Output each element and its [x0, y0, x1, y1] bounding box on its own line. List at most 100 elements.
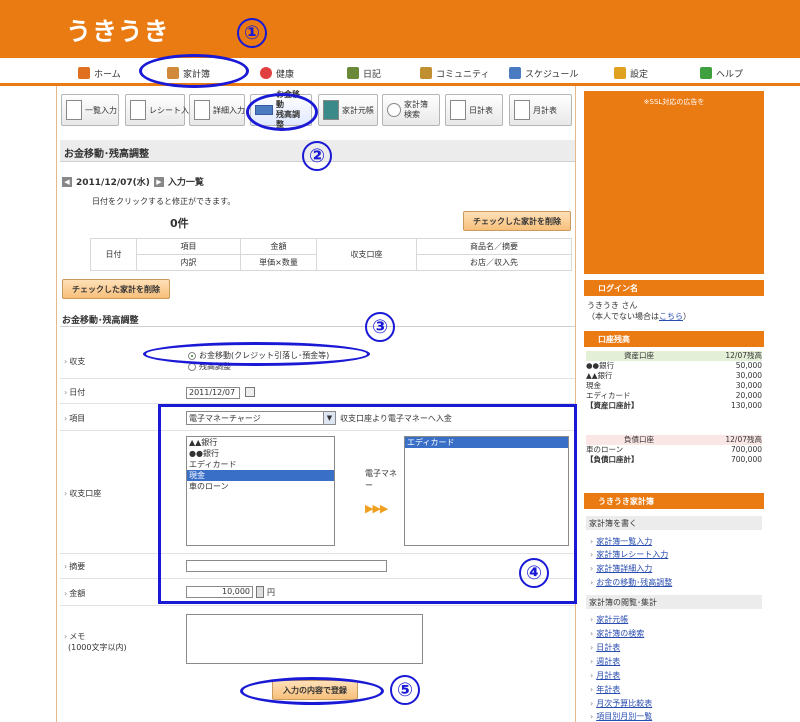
asset-value: 30,000	[735, 371, 762, 380]
daily-sheet-icon	[450, 100, 466, 120]
assets-header: 資産口座	[586, 351, 701, 361]
delete-checked-button-top[interactable]: チェックした家計を削除	[463, 211, 571, 231]
nav-label: 健康	[276, 69, 295, 80]
col-product: 商品名／摘要	[416, 238, 572, 255]
annotation-number-2: ②	[302, 141, 332, 171]
form-title-line	[60, 326, 575, 327]
entry-list-title: 入力一覧	[167, 178, 204, 188]
prev-day-icon[interactable]: ◀	[62, 176, 72, 187]
nav-schedule[interactable]: スケジュール	[509, 65, 578, 81]
account-label: 収支口座	[64, 488, 101, 499]
people-icon	[420, 67, 432, 79]
toolbar-label: 詳細入力	[213, 105, 245, 115]
annotation-ring-2	[246, 93, 318, 131]
menu-daily[interactable]: 日計表	[590, 642, 620, 653]
star-icon	[614, 67, 626, 79]
annotation-number-1: ①	[237, 18, 267, 48]
liabilities-table: 負債口座 12/07残高 車のローン 700,000 【負債口座計】 700,000	[586, 435, 762, 465]
login-title: ログイン名	[598, 284, 638, 293]
summary-label: 摘要	[64, 561, 85, 572]
user-name: うきうき さん	[587, 301, 638, 310]
date-input[interactable]: 2011/12/07	[186, 387, 240, 399]
nav-settings[interactable]: 設定	[614, 65, 648, 81]
amount-label: 金額	[64, 588, 85, 599]
liab-name: 車のローン	[586, 445, 624, 454]
person-icon	[347, 67, 359, 79]
next-day-icon[interactable]: ▶	[153, 176, 164, 187]
liab-value: 700,000	[730, 445, 762, 454]
toolbar-receipt-entry-button[interactable]: レシート入力	[125, 94, 197, 126]
asset-value: 50,000	[735, 361, 762, 370]
write-section-title: 家計簿を書く	[586, 516, 762, 530]
monthly-sheet-icon	[514, 100, 530, 120]
nav-label: スケジュール	[525, 69, 579, 80]
memo-textarea[interactable]	[186, 614, 423, 664]
menu-budget-compare[interactable]: 月次予算比較表	[590, 698, 652, 709]
entry-date: 2011/12/07(水)	[76, 178, 150, 188]
nav-label: ヘルプ	[716, 69, 744, 80]
balance-header: 口座残高	[584, 331, 764, 347]
menu-detail-entry[interactable]: 家計簿詳細入力	[590, 563, 652, 574]
col-item: 項目	[136, 238, 241, 255]
toolbar-daily-button[interactable]: 日計表	[445, 94, 503, 126]
toolbar-search-button[interactable]: 家計簿 検索	[382, 94, 440, 126]
menu-weekly[interactable]: 週計表	[590, 656, 620, 667]
nav-help[interactable]: ヘルプ	[700, 65, 743, 81]
annotation-ring-1	[139, 54, 249, 88]
nav-home[interactable]: ホーム	[78, 65, 121, 81]
delete-checked-button-bottom[interactable]: チェックした家計を削除	[62, 279, 170, 299]
nav-label: ホーム	[94, 69, 121, 80]
ad-banner[interactable]: ※SSL対応の広告を	[584, 91, 764, 274]
col-shop: お店／収入先	[416, 254, 572, 271]
type-label: 収支	[64, 356, 85, 367]
menu-search[interactable]: 家計簿の検索	[590, 628, 644, 639]
heart-icon	[260, 67, 272, 79]
assets-total: 130,000	[730, 401, 762, 410]
toolbar-label: 月計表	[533, 105, 557, 115]
nav-community[interactable]: コミュニティ	[420, 65, 489, 81]
nav-label: 設定	[630, 69, 649, 80]
annotation-number-4: ④	[519, 558, 549, 588]
view-section-title: 家計簿の閲覧･集計	[586, 595, 762, 609]
form-title: お金移動･残高調整	[62, 316, 139, 326]
house-icon	[78, 67, 90, 79]
toolbar-label: 家計簿 検索	[404, 100, 428, 119]
assets-total-label: 【資産口座計】	[586, 401, 639, 410]
toolbar-monthly-button[interactable]: 月計表	[509, 94, 572, 126]
detail-entry-icon	[194, 100, 210, 120]
balance-title: 口座残高	[598, 335, 630, 344]
toolbar-detail-entry-button[interactable]: 詳細入力	[189, 94, 245, 126]
ledger-book-icon	[323, 100, 339, 120]
not-you-suffix: ）	[683, 312, 691, 321]
liab-header: 負債口座	[586, 435, 701, 445]
item-label: 項目	[64, 413, 85, 424]
calendar-icon[interactable]	[245, 387, 255, 397]
menu-ledger[interactable]: 家計元帳	[590, 614, 628, 625]
toolbar-ledger-button[interactable]: 家計元帳	[318, 94, 378, 126]
calendar-icon	[509, 67, 521, 79]
not-you-link[interactable]: こちら	[659, 312, 683, 321]
col-amount: 金額	[240, 238, 317, 255]
menu-list-entry[interactable]: 家計簿一覧入力	[590, 536, 652, 547]
annotation-ring-3	[143, 342, 370, 366]
date-label: 日付	[64, 387, 85, 398]
menu-item-monthly-list[interactable]: 項目別月別一覧	[590, 711, 652, 722]
menu-receipt-entry[interactable]: 家計簿レシート入力	[590, 549, 668, 560]
menu-money-transfer[interactable]: お金の移動･残高調整	[590, 577, 672, 588]
site-logo[interactable]: うきうき	[66, 12, 170, 48]
toolbar-label: 家計元帳	[342, 105, 374, 115]
toolbar-list-entry-button[interactable]: 一覧入力	[61, 94, 119, 126]
col-account: 収支口座	[316, 238, 417, 271]
menu-monthly[interactable]: 月計表	[590, 670, 620, 681]
entry-table: 日付 項目 金額 収支口座 商品名／摘要 内訳 単価×数量 お店／収入先	[90, 238, 572, 271]
asset-name: ▲▲銀行	[586, 371, 613, 380]
menu-yearly[interactable]: 年計表	[590, 684, 620, 695]
memo-label: メモ	[64, 631, 85, 642]
not-you-text: （本人でない場合はこちら）	[587, 311, 691, 322]
row-divider	[60, 378, 575, 379]
asset-value: 20,000	[735, 391, 762, 400]
assets-date: 12/07残高	[700, 351, 762, 361]
asset-value: 30,000	[735, 381, 762, 390]
nav-diary[interactable]: 日記	[347, 65, 381, 81]
nav-health[interactable]: 健康	[260, 65, 294, 81]
